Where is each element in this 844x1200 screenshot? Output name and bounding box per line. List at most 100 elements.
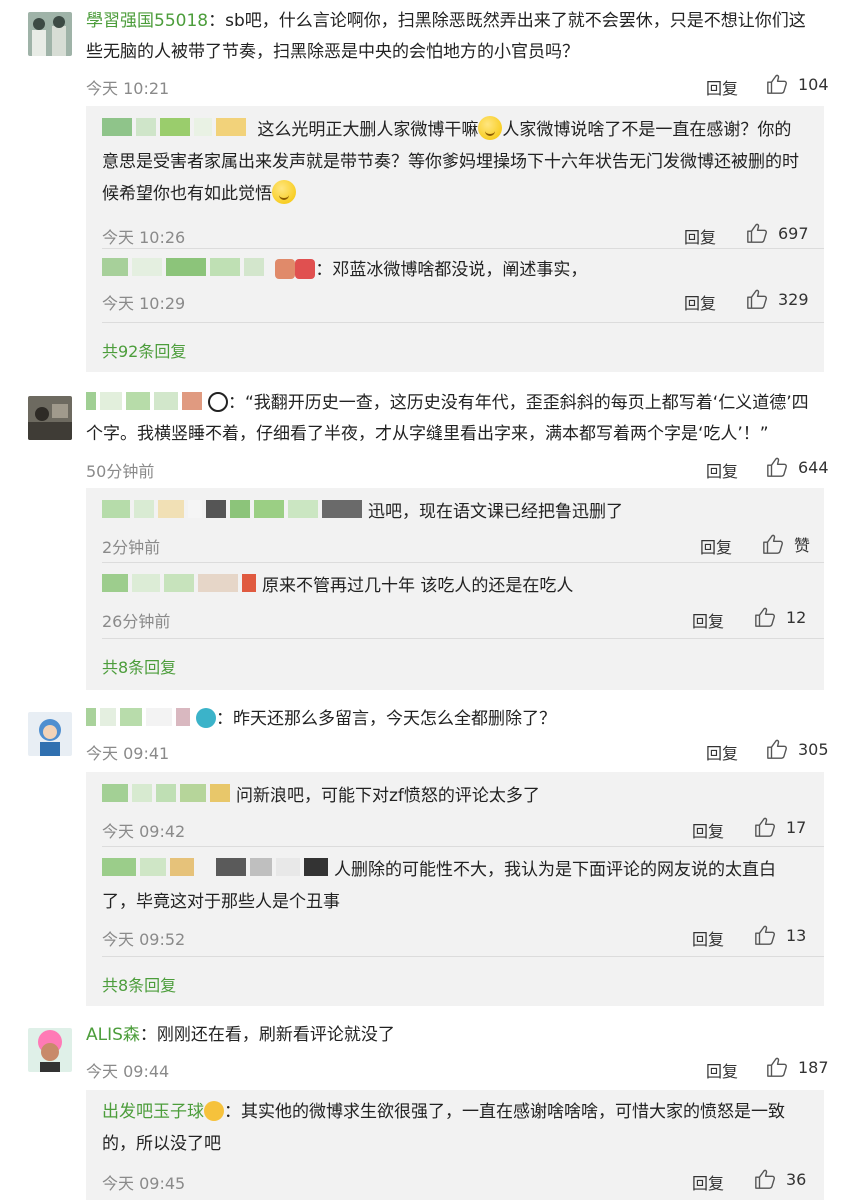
reply-button[interactable]: 回复 (692, 926, 724, 950)
thumbs-up-icon (754, 816, 776, 838)
blurred-username[interactable] (102, 258, 268, 278)
like-button[interactable]: 17 (754, 816, 806, 838)
blurred-username[interactable] (102, 118, 250, 138)
thumbs-up-icon (762, 533, 784, 555)
thumbs-up-icon (754, 924, 776, 946)
like-button[interactable]: 12 (754, 606, 806, 628)
reply-button[interactable]: 回复 (706, 458, 738, 482)
like-button[interactable]: 187 (766, 1056, 829, 1078)
reply-button[interactable]: 回复 (692, 818, 724, 842)
like-button[interactable]: 104 (766, 73, 829, 95)
emoji-icon (204, 1101, 224, 1121)
more-replies-link[interactable]: 共8条回复 (102, 654, 176, 678)
like-button[interactable]: 13 (754, 924, 806, 946)
reply-button[interactable]: 回复 (700, 534, 732, 558)
reply-panel: 问新浪吧，可能下对zf愤怒的评论太多了 今天 09:42 回复 17 人删除的可… (86, 772, 824, 1006)
comment-time: 今天 09:44 (86, 1062, 170, 1081)
reply-time: 今天 09:42 (102, 822, 186, 841)
reply-button[interactable]: 回复 (684, 224, 716, 248)
blurred-username[interactable] (102, 858, 332, 878)
comment-time: 今天 09:41 (86, 744, 170, 763)
avatar[interactable] (28, 12, 72, 56)
reply-panel: 出发吧玉子球 ：其实他的微博求生欲很强了，一直在感谢啥啥啥，可惜大家的愤怒是一致的… (86, 1090, 824, 1200)
comment-item: ：“我翻开历史一查，这历史没有年代，歪歪斜斜的每页上都写着‘仁义道德’四个字。我… (0, 380, 844, 698)
username-link[interactable]: 學習强国55018 (86, 11, 208, 31)
reply-button[interactable]: 回复 (692, 1170, 724, 1194)
avatar[interactable] (28, 712, 72, 756)
blurred-username[interactable] (102, 784, 234, 804)
thumbs-up-icon (746, 222, 768, 244)
like-count: 17 (786, 817, 807, 837)
comment-item: ALIS森：刚刚还在看，刷新看评论就没了 今天 09:44 回复 187 出发吧… (0, 1014, 844, 1200)
like-count: 644 (798, 457, 829, 477)
like-button[interactable]: 644 (766, 456, 829, 478)
avatar[interactable] (28, 1028, 72, 1072)
blurred-username[interactable] (86, 708, 194, 728)
reply-button[interactable]: 回复 (706, 740, 738, 764)
like-button[interactable]: 305 (766, 738, 829, 760)
like-count: 187 (798, 1057, 829, 1077)
like-count: 104 (798, 74, 829, 94)
blurred-username[interactable] (102, 574, 260, 594)
comment-text: 學習强国55018：sb吧，什么言论啊你，扫黑除恶既然弄出来了就不会罢休，只是不… (86, 6, 814, 68)
thumbs-up-icon (766, 1056, 788, 1078)
reply-text: 原来不管再过几十年 该吃人的还是在吃人 (102, 570, 806, 602)
like-count: 36 (786, 1169, 807, 1189)
divider (102, 562, 824, 563)
blurred-username[interactable] (86, 392, 206, 412)
reply-text: 迅吧，现在语文课已经把鲁迅删了 (102, 496, 806, 528)
comment-item: ：昨天还那么多留言，今天怎么全都删除了？ 今天 09:41 回复 305 问新浪… (0, 698, 844, 1014)
blurred-username[interactable] (102, 500, 366, 520)
thumbs-up-icon (754, 1168, 776, 1190)
smile-emoji-icon (272, 180, 296, 204)
reply-text: 问新浪吧，可能下对zf愤怒的评论太多了 (102, 780, 806, 812)
divider (102, 248, 824, 249)
reply-time: 26分钟前 (102, 612, 171, 631)
reply-item: 人删除的可能性不大，我认为是下面评论的网友说的太直白了，毕竟这对于那些人是个丑事… (102, 854, 806, 954)
like-button[interactable]: 697 (746, 222, 809, 244)
reply-button[interactable]: 回复 (706, 75, 738, 99)
comment-item: 學習强国55018：sb吧，什么言论啊你，扫黑除恶既然弄出来了就不会罢休，只是不… (0, 0, 844, 380)
reply-item: 出发吧玉子球 ：其实他的微博求生欲很强了，一直在感谢啥啥啥，可惜大家的愤怒是一致的… (102, 1096, 806, 1196)
reply-item: 问新浪吧，可能下对zf愤怒的评论太多了 今天 09:42 回复 17 (102, 780, 806, 842)
like-button[interactable]: 36 (754, 1168, 806, 1190)
badge-icon (275, 259, 296, 279)
more-replies-link[interactable]: 共8条回复 (102, 972, 176, 996)
reply-item: ：邓蓝冰微博啥都没说，阐述事实， 今天 10:29 回复 329 (102, 254, 809, 314)
like-count: 329 (778, 289, 809, 309)
like-count: 697 (778, 223, 809, 243)
avatar[interactable] (28, 396, 72, 440)
reply-item: 原来不管再过几十年 该吃人的还是在吃人 26分钟前 回复 12 (102, 570, 806, 632)
divider (102, 846, 824, 847)
reply-panel: 迅吧，现在语文课已经把鲁迅删了 2分钟前 回复 赞 原来不管再过几十年 该吃人的… (86, 488, 824, 690)
like-count: 305 (798, 739, 829, 759)
more-replies-link[interactable]: 共92条回复 (102, 338, 186, 362)
divider (102, 638, 824, 639)
thumbs-up-icon (766, 738, 788, 760)
reply-text: 这么光明正大删人家微博干嘛 人家微博说啥了不是一直在感谢？你的意思是受害者家属出来… (102, 114, 806, 210)
panda-icon (208, 392, 228, 412)
like-button[interactable]: 329 (746, 288, 809, 310)
reply-time: 今天 10:26 (102, 228, 186, 247)
username-link[interactable]: ALIS森 (86, 1025, 140, 1045)
thumbs-up-icon (754, 606, 776, 628)
reply-time: 2分钟前 (102, 538, 161, 557)
like-count: 12 (786, 607, 807, 627)
camera-icon (196, 708, 216, 728)
comment-text: ：昨天还那么多留言，今天怎么全都删除了？ (86, 704, 814, 735)
like-button[interactable]: 赞 (762, 532, 810, 556)
reply-button[interactable]: 回复 (684, 290, 716, 314)
comment-text: ：“我翻开历史一查，这历史没有年代，歪歪斜斜的每页上都写着‘仁义道德’四个字。我… (86, 388, 814, 450)
reply-text: 出发吧玉子球 ：其实他的微博求生欲很强了，一直在感谢啥啥啥，可惜大家的愤怒是一致的… (102, 1101, 785, 1154)
comment-text: ALIS森：刚刚还在看，刷新看评论就没了 (86, 1020, 814, 1051)
thumbs-up-icon (766, 456, 788, 478)
reply-button[interactable]: 回复 (706, 1058, 738, 1082)
comment-time: 今天 10:21 (86, 79, 170, 98)
reply-panel: 这么光明正大删人家微博干嘛 人家微博说啥了不是一直在感谢？你的意思是受害者家属出来… (86, 106, 824, 372)
emoji-icon (478, 116, 503, 140)
thumbs-up-icon (746, 288, 768, 310)
comment-time: 50分钟前 (86, 462, 155, 481)
reply-text: 人删除的可能性不大，我认为是下面评论的网友说的太直白了，毕竟这对于那些人是个丑事 (102, 858, 776, 912)
reply-button[interactable]: 回复 (692, 608, 724, 632)
username-link[interactable]: 出发吧玉子球 (102, 1102, 204, 1122)
